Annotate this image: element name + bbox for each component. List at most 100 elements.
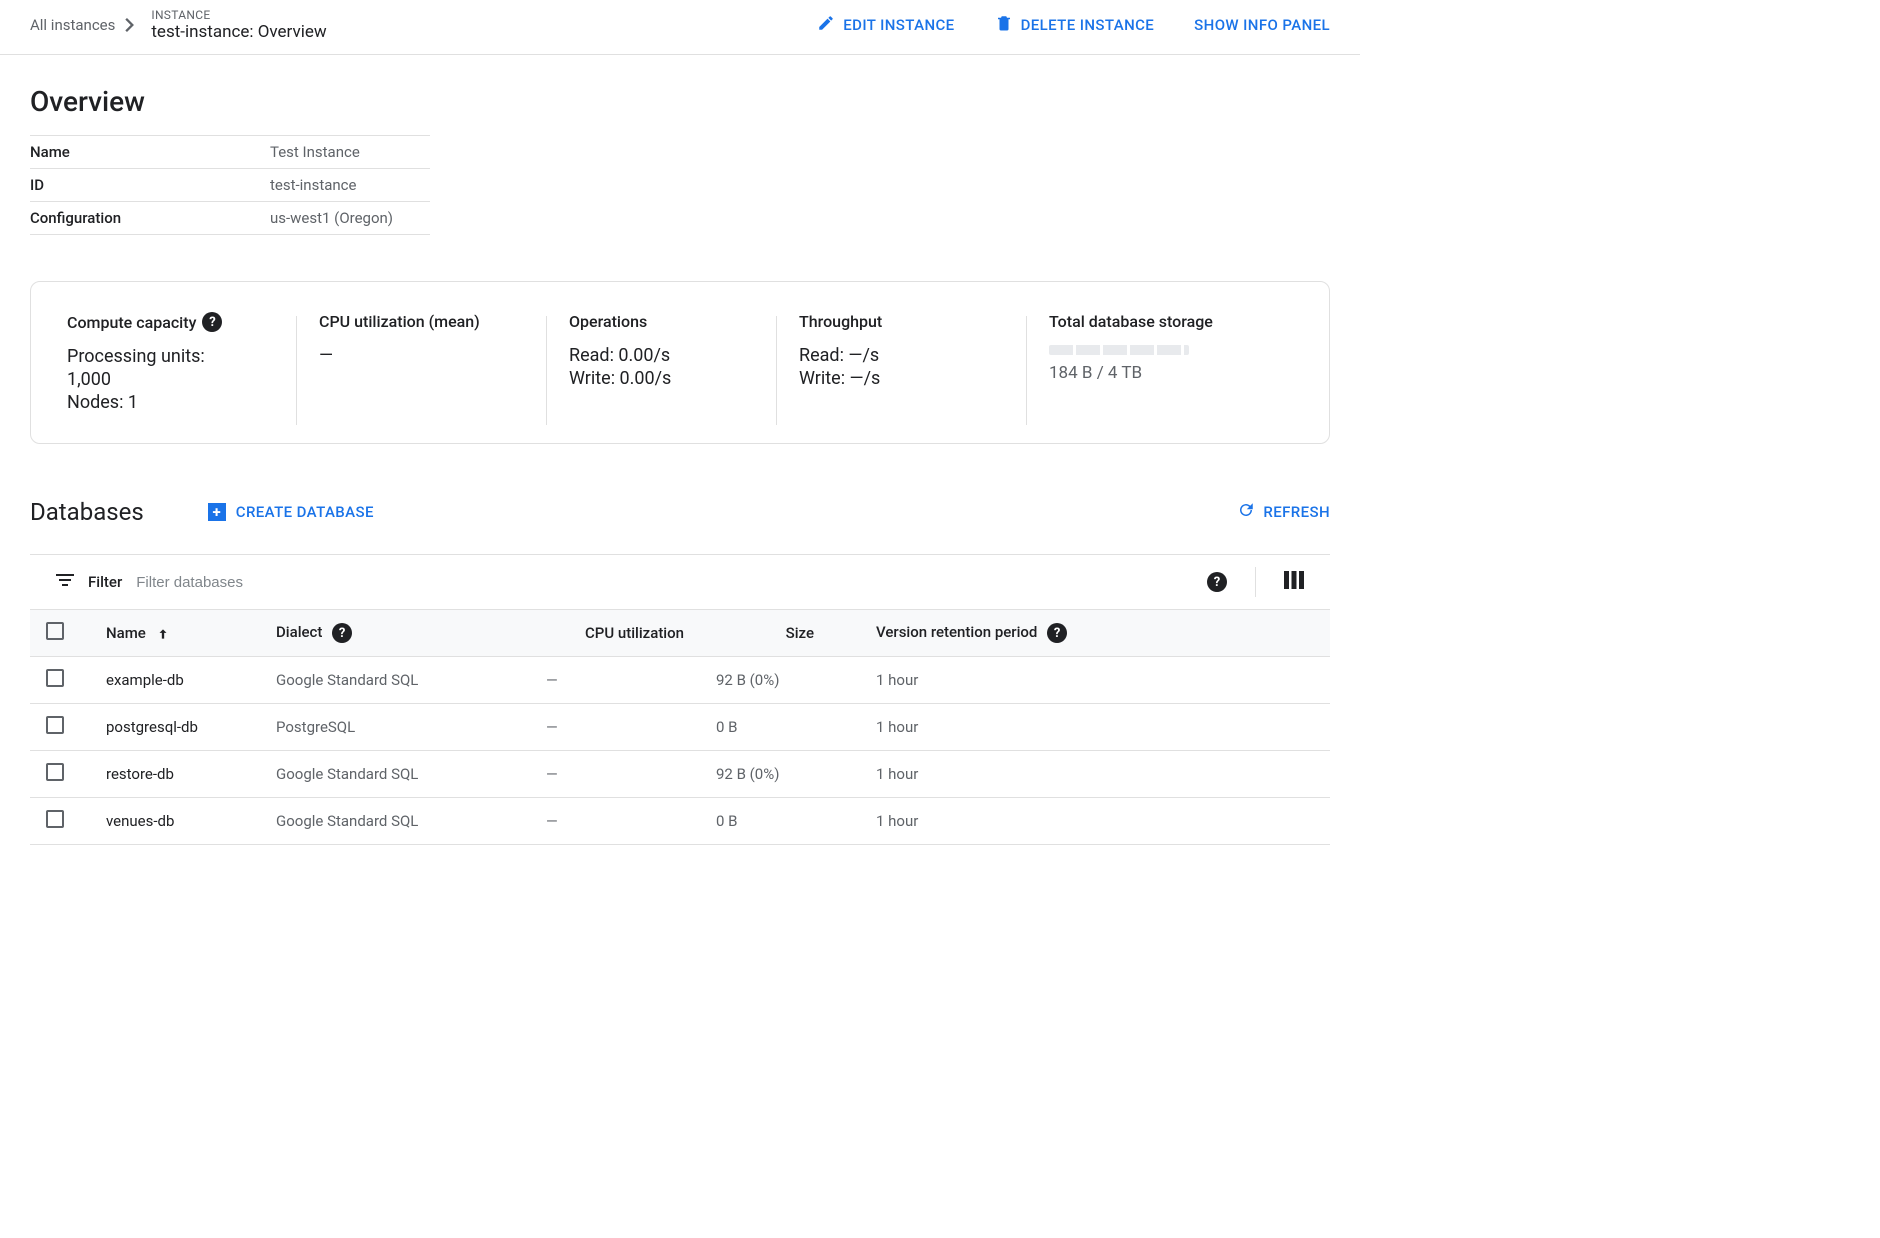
metric-compute: Compute capacity ? Processing units: 1,0… (67, 312, 297, 413)
db-size: 92 B (0%) (700, 751, 830, 798)
filter-input[interactable] (136, 574, 1193, 591)
metric-pu-label: Processing units: (67, 346, 263, 367)
db-retention: 1 hour (830, 751, 1330, 798)
db-dialect: PostgreSQL (260, 704, 530, 751)
overview-id-val: test-instance (270, 176, 356, 194)
metric-cpu-title: CPU utilization (mean) (319, 312, 513, 331)
metric-ops-title: Operations (569, 312, 743, 331)
row-checkbox[interactable] (46, 810, 64, 828)
divider (1255, 567, 1256, 597)
help-icon[interactable]: ? (202, 312, 222, 332)
breadcrumb-root[interactable]: All instances (30, 16, 115, 34)
db-size: 92 B (0%) (700, 657, 830, 704)
col-dialect[interactable]: Dialect ? (260, 610, 530, 657)
create-database-label: CREATE DATABASE (236, 503, 374, 521)
page-title: Overview (30, 85, 1330, 118)
col-size[interactable]: Size (700, 610, 830, 657)
row-checkbox[interactable] (46, 763, 64, 781)
show-info-panel-button[interactable]: SHOW INFO PANEL (1194, 16, 1330, 34)
db-cpu: — (530, 704, 700, 751)
columns-icon[interactable] (1284, 571, 1304, 593)
select-all-checkbox[interactable] (46, 622, 64, 640)
db-dialect: Google Standard SQL (260, 751, 530, 798)
create-database-button[interactable]: + CREATE DATABASE (208, 503, 374, 521)
db-size: 0 B (700, 798, 830, 845)
row-checkbox[interactable] (46, 669, 64, 687)
pencil-icon (817, 14, 835, 36)
overview-table: Name Test Instance ID test-instance Conf… (30, 135, 430, 235)
metric-compute-title: Compute capacity (67, 313, 196, 332)
col-name[interactable]: Name (90, 610, 260, 657)
plus-icon: + (208, 503, 226, 521)
row-checkbox[interactable] (46, 716, 64, 734)
table-row: example-dbGoogle Standard SQL—92 B (0%)1… (30, 657, 1330, 704)
delete-instance-label: DELETE INSTANCE (1021, 16, 1155, 34)
breadcrumb-title: test-instance: Overview (151, 22, 326, 42)
refresh-icon (1237, 501, 1255, 523)
metric-throughput-read: Read: —/s (799, 345, 993, 366)
refresh-label: REFRESH (1263, 503, 1330, 521)
metric-storage: Total database storage 184 B / 4 TB (1027, 312, 1293, 413)
metric-cpu: CPU utilization (mean) — (297, 312, 547, 413)
overview-config-key: Configuration (30, 209, 270, 227)
db-size: 0 B (700, 704, 830, 751)
metric-ops-read: Read: 0.00/s (569, 345, 743, 366)
db-name[interactable]: venues-db (90, 798, 260, 845)
help-icon[interactable]: ? (1047, 623, 1067, 643)
table-row: postgresql-dbPostgreSQL—0 B1 hour (30, 704, 1330, 751)
chevron-right-icon (125, 18, 135, 32)
edit-instance-button[interactable]: EDIT INSTANCE (817, 14, 954, 36)
db-name[interactable]: restore-db (90, 751, 260, 798)
col-retention[interactable]: Version retention period ? (830, 610, 1330, 657)
breadcrumb-current: INSTANCE test-instance: Overview (151, 8, 326, 42)
database-table: Name Dialect ? CPU utilization Size Vers… (30, 610, 1330, 845)
col-dialect-label: Dialect (276, 623, 322, 641)
metric-storage-title: Total database storage (1049, 312, 1259, 331)
databases-heading: Databases (30, 498, 144, 526)
col-retention-label: Version retention period (876, 623, 1037, 641)
metric-throughput-title: Throughput (799, 312, 993, 331)
metric-pu-value: 1,000 (67, 369, 263, 390)
metrics-card: Compute capacity ? Processing units: 1,0… (30, 281, 1330, 444)
refresh-button[interactable]: REFRESH (1237, 501, 1330, 523)
breadcrumb-eyebrow: INSTANCE (151, 8, 326, 22)
overview-config-val: us-west1 (Oregon) (270, 209, 393, 227)
filter-icon (56, 573, 74, 591)
db-dialect: Google Standard SQL (260, 657, 530, 704)
metric-storage-value: 184 B / 4 TB (1049, 363, 1259, 383)
sort-asc-icon (156, 627, 170, 641)
db-cpu: — (530, 798, 700, 845)
top-bar: All instances INSTANCE test-instance: Ov… (0, 0, 1360, 55)
table-row: venues-dbGoogle Standard SQL—0 B1 hour (30, 798, 1330, 845)
delete-instance-button[interactable]: DELETE INSTANCE (995, 14, 1155, 36)
metric-ops: Operations Read: 0.00/s Write: 0.00/s (547, 312, 777, 413)
db-retention: 1 hour (830, 657, 1330, 704)
metric-throughput-write: Write: —/s (799, 368, 993, 389)
col-cpu[interactable]: CPU utilization (530, 610, 700, 657)
overview-name-val: Test Instance (270, 143, 360, 161)
edit-instance-label: EDIT INSTANCE (843, 16, 954, 34)
db-cpu: — (530, 751, 700, 798)
db-retention: 1 hour (830, 798, 1330, 845)
databases-header: Databases + CREATE DATABASE REFRESH (30, 498, 1330, 526)
help-icon[interactable]: ? (1207, 572, 1227, 592)
metric-throughput: Throughput Read: —/s Write: —/s (777, 312, 1027, 413)
overview-id-key: ID (30, 176, 270, 194)
col-name-label: Name (106, 624, 146, 642)
db-name[interactable]: postgresql-db (90, 704, 260, 751)
storage-bar (1049, 345, 1189, 355)
show-info-panel-label: SHOW INFO PANEL (1194, 16, 1330, 34)
db-retention: 1 hour (830, 704, 1330, 751)
help-icon[interactable]: ? (332, 623, 352, 643)
db-cpu: — (530, 657, 700, 704)
metric-ops-write: Write: 0.00/s (569, 368, 743, 389)
metric-nodes: Nodes: 1 (67, 392, 263, 413)
db-name[interactable]: example-db (90, 657, 260, 704)
filter-label: Filter (88, 573, 122, 591)
metric-cpu-value: — (319, 345, 513, 366)
overview-name-key: Name (30, 143, 270, 161)
filter-bar: Filter ? (30, 554, 1330, 610)
table-row: restore-dbGoogle Standard SQL—92 B (0%)1… (30, 751, 1330, 798)
db-dialect: Google Standard SQL (260, 798, 530, 845)
trash-icon (995, 14, 1013, 36)
